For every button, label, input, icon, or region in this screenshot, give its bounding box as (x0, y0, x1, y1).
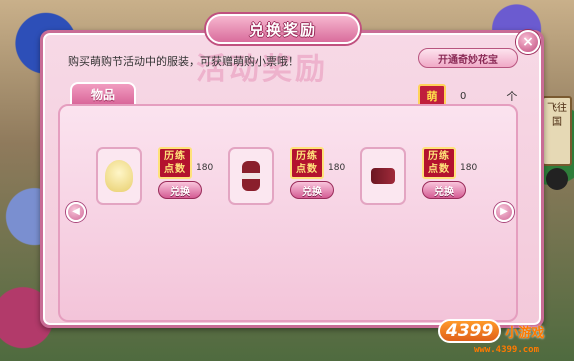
price-value: 180 (328, 163, 346, 173)
next-page-button[interactable]: ▶ (494, 202, 514, 222)
price-value: 180 (196, 163, 214, 173)
site-url: www.4399.com (474, 345, 540, 355)
background-sign: 飞往国 (542, 96, 572, 166)
logo-main: 4399 (438, 319, 502, 343)
open-vip-button[interactable]: 开通奇妙花宝 (418, 48, 518, 68)
site-logo: 4399 小游戏 (438, 318, 544, 344)
logo-sub: 小游戏 (505, 325, 545, 341)
item-slot[interactable] (96, 147, 142, 205)
dialog-title: 兑换奖励 (206, 14, 360, 44)
items-panel (58, 104, 518, 322)
exchange-button[interactable]: 兑换 (158, 181, 202, 199)
price-badge: 历练 点数 (422, 147, 456, 179)
item-slot[interactable] (228, 147, 274, 205)
price-badge: 历练 点数 (290, 147, 324, 179)
exchange-item: 历练 点数 180 兑换 (360, 147, 480, 207)
exchange-item: 历练 点数 180 兑换 (96, 147, 216, 207)
price-badge: 历练 点数 (158, 147, 192, 179)
currency-value: 0 (460, 90, 467, 102)
currency-unit: 个 (506, 90, 518, 103)
hair-item-icon (105, 160, 133, 192)
dialog-description: 购买萌购节活动中的服装，可获赠萌购小票哦！ (68, 55, 299, 68)
exchange-item: 历练 点数 180 兑换 (228, 147, 348, 207)
dress-item-icon (242, 161, 260, 191)
tab-items[interactable]: 物品 (70, 82, 136, 104)
shoes-item-icon (371, 168, 395, 184)
exchange-button[interactable]: 兑换 (290, 181, 334, 199)
exchange-button[interactable]: 兑换 (422, 181, 466, 199)
close-button[interactable]: × (516, 30, 540, 54)
price-value: 180 (460, 163, 478, 173)
prev-page-button[interactable]: ◀ (66, 202, 86, 222)
item-slot[interactable] (360, 147, 406, 205)
background-decor (546, 168, 568, 190)
